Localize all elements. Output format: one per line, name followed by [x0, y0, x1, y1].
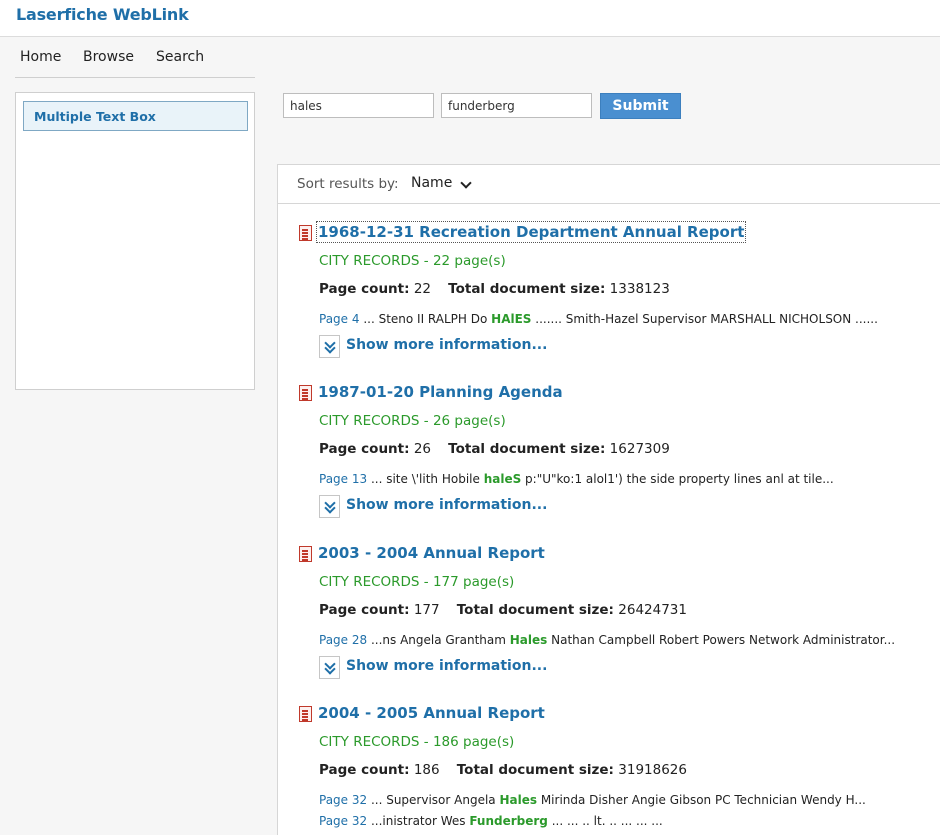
search-input-1[interactable]	[283, 93, 434, 118]
main-panel: Submit Sort results by: Name 1968-12-31 …	[270, 37, 940, 835]
total-size-value: 1627309	[609, 441, 670, 457]
top-bar: Laserfiche WebLink	[0, 0, 940, 37]
snippet-highlight: HAlES	[491, 312, 532, 326]
total-size-value: 26424731	[618, 602, 687, 618]
result-item: 1987-01-20 Planning Agenda CITY RECORDS …	[278, 383, 940, 538]
result-title[interactable]: 2003 - 2004 Annual Report	[318, 544, 545, 562]
total-size-value: 1338123	[609, 281, 670, 297]
results-panel: Sort results by: Name 1968-12-31 Recreat…	[277, 164, 940, 835]
snippet-post: Nathan Campbell Robert Powers Network Ad…	[547, 633, 896, 647]
snippet-page-link[interactable]: Page 32	[319, 814, 367, 828]
result-meta: Page count: 22 Total document size: 1338…	[319, 281, 670, 297]
document-icon	[299, 225, 312, 241]
result-meta: Page count: 186 Total document size: 319…	[319, 762, 687, 778]
page-count-label: Page count:	[319, 602, 410, 618]
snippet-post: Mirinda Disher Angie Gibson PC Technicia…	[537, 793, 866, 807]
nav-home[interactable]: Home	[20, 49, 61, 65]
nav-search[interactable]: Search	[156, 49, 204, 65]
sort-select[interactable]: Name	[411, 175, 452, 191]
total-size-label: Total document size:	[448, 441, 606, 457]
snippet-page-link[interactable]: Page 28	[319, 633, 367, 647]
sort-bar: Sort results by: Name	[278, 165, 940, 204]
page-count-label: Page count:	[319, 441, 410, 457]
result-subtitle: CITY RECORDS - 186 page(s)	[319, 734, 515, 750]
total-size-value: 31918626	[618, 762, 687, 778]
result-snippet: Page 32 ...inistrator Wes Funderberg ...…	[319, 814, 663, 828]
result-subtitle: CITY RECORDS - 177 page(s)	[319, 574, 515, 590]
snippet-page-link[interactable]: Page 4	[319, 312, 360, 326]
snippet-highlight: Hales	[499, 793, 538, 807]
expand-chevron-icon[interactable]	[319, 335, 340, 358]
result-meta: Page count: 26 Total document size: 1627…	[319, 441, 670, 457]
page-count-label: Page count:	[319, 281, 410, 297]
result-subtitle: CITY RECORDS - 22 page(s)	[319, 253, 506, 269]
snippet-post: ... ... .. lt. .. ... ... ...	[547, 814, 663, 828]
result-title[interactable]: 2004 - 2005 Annual Report	[318, 704, 545, 722]
snippet-page-link[interactable]: Page 13	[319, 472, 367, 486]
show-more-link[interactable]: Show more information...	[346, 337, 547, 353]
snippet-pre: ... Supervisor Angela	[367, 793, 500, 807]
page-count-value: 26	[413, 441, 431, 457]
snippet-pre: ...inistrator Wes	[367, 814, 470, 828]
total-size-label: Total document size:	[448, 281, 606, 297]
expand-chevron-icon[interactable]	[319, 656, 340, 679]
snippet-post: ....... Smith-Hazel Supervisor MARSHALL …	[531, 312, 878, 326]
snippet-page-link[interactable]: Page 32	[319, 793, 367, 807]
snippet-highlight: Hales	[509, 633, 548, 647]
result-title[interactable]: 1987-01-20 Planning Agenda	[318, 383, 563, 401]
snippet-highlight: haleS	[483, 472, 522, 486]
expand-chevron-icon[interactable]	[319, 495, 340, 518]
search-type-list: Multiple Text Box	[15, 92, 255, 390]
snippet-pre: ... Steno II RALPH Do	[359, 312, 492, 326]
submit-button[interactable]: Submit	[600, 93, 681, 119]
main-nav: Home Browse Search	[15, 47, 255, 78]
logo-text-laserfiche: Laserfiche	[16, 5, 108, 24]
logo-text-weblink: WebLink	[112, 5, 189, 24]
show-more-link[interactable]: Show more information...	[346, 497, 547, 513]
result-snippet: Page 28 ...ns Angela Grantham Hales Nath…	[319, 633, 895, 647]
result-snippet: Page 4 ... Steno II RALPH Do HAlES .....…	[319, 312, 878, 326]
nav-browse[interactable]: Browse	[83, 49, 134, 65]
page-count-value: 22	[413, 281, 431, 297]
result-meta: Page count: 177 Total document size: 264…	[319, 602, 687, 618]
chevron-down-icon[interactable]	[460, 177, 472, 189]
result-snippet: Page 13 ... site \'lith Hobile haleS p:"…	[319, 472, 834, 486]
snippet-post: p:"U"ko:1 alol1') the side property line…	[521, 472, 834, 486]
result-item: 1968-12-31 Recreation Department Annual …	[278, 221, 940, 378]
document-icon	[299, 546, 312, 562]
snippet-pre: ...ns Angela Grantham	[367, 633, 510, 647]
result-subtitle: CITY RECORDS - 26 page(s)	[319, 413, 506, 429]
search-input-2[interactable]	[441, 93, 592, 118]
snippet-highlight: Funderberg	[469, 814, 548, 828]
snippet-pre: ... site \'lith Hobile	[367, 472, 484, 486]
document-icon	[299, 706, 312, 722]
page-count-label: Page count:	[319, 762, 410, 778]
search-type-multiple-text-box[interactable]: Multiple Text Box	[23, 101, 248, 131]
app-logo[interactable]: Laserfiche WebLink	[16, 5, 189, 24]
sort-label: Sort results by:	[297, 176, 399, 192]
page-count-value: 177	[413, 602, 440, 618]
show-more-link[interactable]: Show more information...	[346, 658, 547, 674]
total-size-label: Total document size:	[456, 762, 614, 778]
page-count-value: 186	[413, 762, 440, 778]
result-title[interactable]: 1968-12-31 Recreation Department Annual …	[315, 221, 747, 243]
left-panel: Home Browse Search Multiple Text Box	[0, 37, 270, 835]
result-snippet: Page 32 ... Supervisor Angela Hales Miri…	[319, 793, 866, 807]
result-item: 2004 - 2005 Annual Report CITY RECORDS -…	[278, 704, 940, 835]
total-size-label: Total document size:	[456, 602, 614, 618]
result-item: 2003 - 2004 Annual Report CITY RECORDS -…	[278, 544, 940, 699]
document-icon	[299, 385, 312, 401]
